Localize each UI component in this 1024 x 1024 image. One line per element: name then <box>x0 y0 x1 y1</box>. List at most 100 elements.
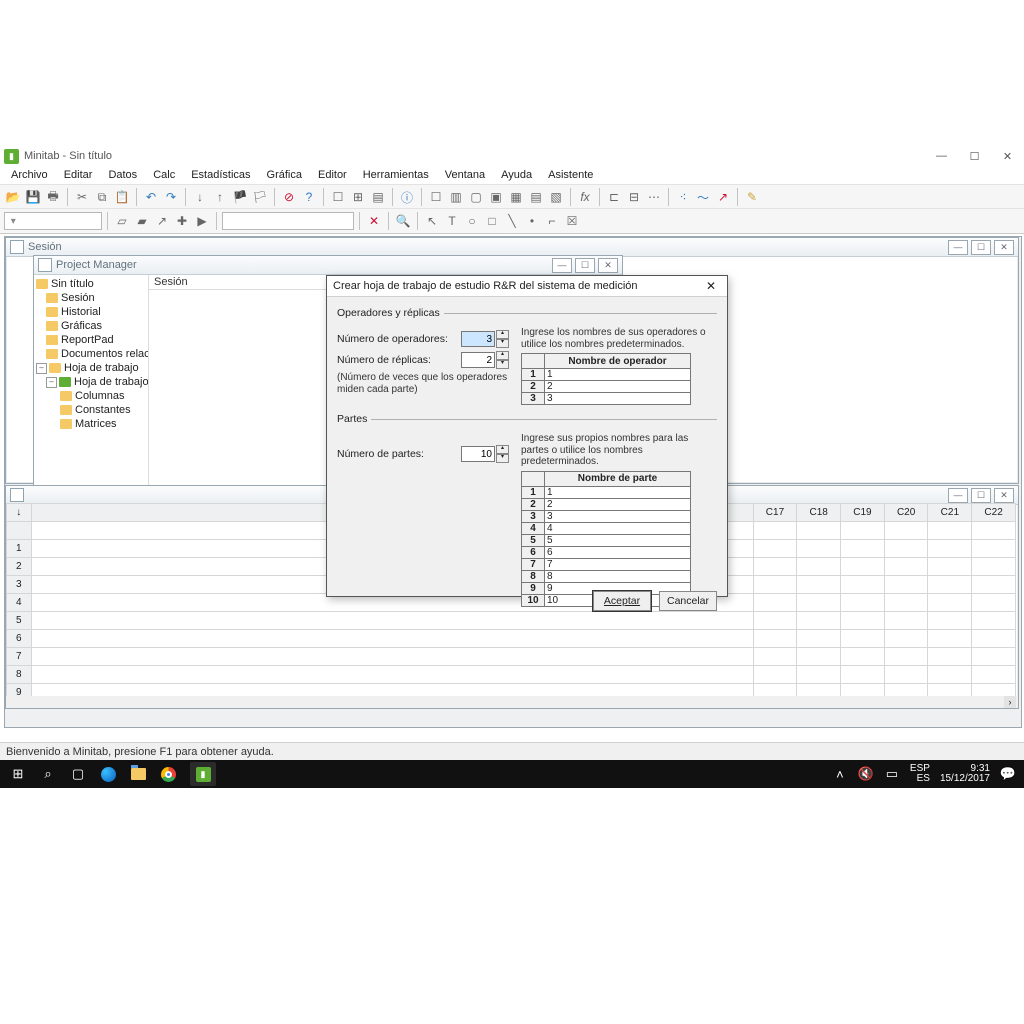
spin-down-icon[interactable]: ▾ <box>496 454 509 463</box>
ws-scroll-right-icon[interactable]: › <box>1004 696 1016 708</box>
print-icon[interactable]: 🖶 <box>44 188 62 206</box>
spin-up-icon[interactable]: ▴ <box>496 445 509 454</box>
text-icon[interactable]: T <box>443 212 461 230</box>
cut-icon[interactable]: ✂ <box>73 188 91 206</box>
assist-c-icon[interactable]: ↗ <box>153 212 171 230</box>
menu-grafica[interactable]: Gráfica <box>260 168 309 182</box>
taskview-icon[interactable]: ▢ <box>70 766 86 782</box>
menu-editor[interactable]: Editor <box>311 168 354 182</box>
open-icon[interactable]: 📂 <box>4 188 22 206</box>
tree-worksheets[interactable]: Hoja de trabajo <box>64 362 139 374</box>
find-icon[interactable]: 🏴 <box>231 188 249 206</box>
menu-estadisticas[interactable]: Estadísticas <box>184 168 257 182</box>
search-icon[interactable]: 🔍 <box>394 212 412 230</box>
chart-a-icon[interactable]: ⊏ <box>605 188 623 206</box>
assist-a-icon[interactable]: ▱ <box>113 212 131 230</box>
undo-icon[interactable]: ↶ <box>142 188 160 206</box>
close-button[interactable]: ✕ <box>991 146 1024 166</box>
aceptar-button[interactable]: Aceptar <box>593 591 651 611</box>
tool-c-icon[interactable]: ▤ <box>369 188 387 206</box>
tree-collapse-icon[interactable]: – <box>36 363 47 374</box>
tool-j-icon[interactable]: ▧ <box>547 188 565 206</box>
line-icon[interactable]: ～ <box>694 188 712 206</box>
tool-a-icon[interactable]: ☐ <box>329 188 347 206</box>
menu-archivo[interactable]: Archivo <box>4 168 55 182</box>
ws-max-button[interactable]: ☐ <box>971 488 991 503</box>
minitab-taskbar-icon[interactable]: ▮ <box>190 762 216 786</box>
tool-f-icon[interactable]: ▢ <box>467 188 485 206</box>
tool-g-icon[interactable]: ▣ <box>487 188 505 206</box>
tree-item[interactable]: Matrices <box>75 418 117 430</box>
session-close-button[interactable]: ✕ <box>994 240 1014 255</box>
tree-item[interactable]: Columnas <box>75 390 125 402</box>
marker-icon[interactable]: ☒ <box>563 212 581 230</box>
num-partes-input[interactable] <box>461 446 495 462</box>
tool-e-icon[interactable]: ▥ <box>447 188 465 206</box>
variable-select[interactable]: ▾ <box>4 212 102 230</box>
tree-collapse-icon[interactable]: – <box>46 377 57 388</box>
regress-icon[interactable]: ↗ <box>714 188 732 206</box>
tree-item[interactable]: Constantes <box>75 404 131 416</box>
minimize-button[interactable]: — <box>925 146 958 166</box>
menu-ventana[interactable]: Ventana <box>438 168 492 182</box>
pointer-icon[interactable]: ↖ <box>423 212 441 230</box>
maximize-button[interactable]: ☐ <box>958 146 991 166</box>
operadores-table[interactable]: Nombre de operador 11 22 33 <box>521 353 691 405</box>
volume-icon[interactable]: 🔇 <box>858 766 874 782</box>
paste-icon[interactable]: 📋 <box>113 188 131 206</box>
line2-icon[interactable]: ╲ <box>503 212 521 230</box>
tray-up-icon[interactable]: ˄ <box>832 766 848 782</box>
chart-b-icon[interactable]: ⊟ <box>625 188 643 206</box>
brush-icon[interactable]: ✎ <box>743 188 761 206</box>
fx-icon[interactable]: fx <box>576 188 594 206</box>
ws-close-button[interactable]: ✕ <box>994 488 1014 503</box>
menu-editar[interactable]: Editar <box>57 168 100 182</box>
scatter-icon[interactable]: ⁖ <box>674 188 692 206</box>
find2-icon[interactable]: 🏳 <box>251 188 269 206</box>
help-icon[interactable]: ? <box>300 188 318 206</box>
tree-item[interactable]: Gráficas <box>61 320 102 332</box>
explorer-icon[interactable] <box>130 766 146 782</box>
cancel-x-icon[interactable]: ✕ <box>365 212 383 230</box>
tree-item[interactable]: Sesión <box>61 292 95 304</box>
chrome-icon[interactable] <box>160 766 176 782</box>
assist-e-icon[interactable]: ▶ <box>193 212 211 230</box>
menu-calc[interactable]: Calc <box>146 168 182 182</box>
assist-b-icon[interactable]: ▰ <box>133 212 151 230</box>
menu-datos[interactable]: Datos <box>101 168 144 182</box>
clock[interactable]: 9:3115/12/2017 <box>940 764 990 785</box>
ws-scrollbar[interactable]: › <box>6 696 1018 708</box>
spin-down-icon[interactable]: ▾ <box>496 339 509 348</box>
ws-min-button[interactable]: — <box>948 488 968 503</box>
nav-prev-icon[interactable]: ↓ <box>191 188 209 206</box>
session-min-button[interactable]: — <box>948 240 968 255</box>
num-replicas-input[interactable] <box>461 352 495 368</box>
stop-icon[interactable]: ⊘ <box>280 188 298 206</box>
redo-icon[interactable]: ↷ <box>162 188 180 206</box>
copy-icon[interactable]: ⧉ <box>93 188 111 206</box>
poly-icon[interactable]: ⌐ <box>543 212 561 230</box>
dot-icon[interactable]: • <box>523 212 541 230</box>
notifications-icon[interactable]: 💬 <box>1000 766 1016 782</box>
tree-item[interactable]: Documentos relacionados <box>61 348 149 360</box>
pm-min-button[interactable]: — <box>552 258 572 273</box>
info-icon[interactable]: ⓘ <box>398 188 416 206</box>
square-icon[interactable]: □ <box>483 212 501 230</box>
language-indicator[interactable]: ESPES <box>910 764 930 785</box>
num-operadores-input[interactable] <box>461 331 495 347</box>
chart-c-icon[interactable]: ⋯ <box>645 188 663 206</box>
tree-item[interactable]: ReportPad <box>61 334 114 346</box>
nav-next-icon[interactable]: ↑ <box>211 188 229 206</box>
start-button[interactable]: ⊞ <box>10 766 26 782</box>
assist-d-icon[interactable]: ✚ <box>173 212 191 230</box>
tree-ws1[interactable]: Hoja de trabajo 1 <box>74 376 149 388</box>
menu-asistente[interactable]: Asistente <box>541 168 600 182</box>
menu-herramientas[interactable]: Herramientas <box>356 168 436 182</box>
dialog-close-button[interactable]: ✕ <box>701 277 721 295</box>
cancelar-button[interactable]: Cancelar <box>659 591 717 611</box>
save-icon[interactable]: 💾 <box>24 188 42 206</box>
network-icon[interactable]: ▭ <box>884 766 900 782</box>
menu-ayuda[interactable]: Ayuda <box>494 168 539 182</box>
spin-down-icon[interactable]: ▾ <box>496 360 509 369</box>
tool-h-icon[interactable]: ▦ <box>507 188 525 206</box>
